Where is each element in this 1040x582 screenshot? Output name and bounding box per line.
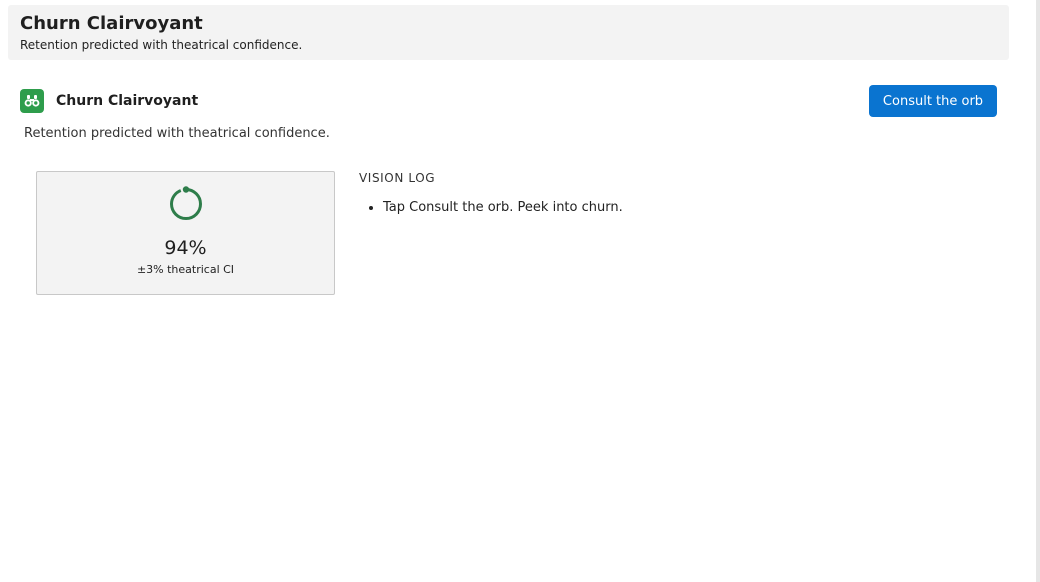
orb-ring-arc (170, 188, 202, 220)
scrollbar[interactable] (1036, 0, 1040, 582)
card-title: Churn Clairvoyant (56, 93, 199, 109)
retention-metric-card: 94% ±3% theatrical CI (36, 171, 335, 295)
page-title: Churn Clairvoyant (20, 13, 203, 34)
card-header: Churn Clairvoyant (20, 89, 198, 113)
consult-orb-button[interactable]: Consult the orb (869, 85, 997, 117)
vision-log-heading: VISION LOG (359, 171, 436, 185)
vision-log: VISION LOG Tap Consult the orb. Peek int… (359, 171, 959, 217)
confidence-interval: ±3% theatrical CI (136, 263, 235, 276)
orb-progress-ring (170, 186, 202, 220)
app-header: Churn Clairvoyant Retention predicted wi… (8, 5, 1009, 60)
orb-progress-dot (182, 186, 190, 193)
card-description: Retention predicted with theatrical conf… (24, 126, 330, 141)
retention-value: 94% (164, 237, 207, 259)
binoculars-icon (20, 89, 44, 113)
list-item: Tap Consult the orb. Peek into churn. (383, 199, 959, 217)
vision-log-list: Tap Consult the orb. Peek into churn. (359, 199, 959, 217)
page-subtitle: Retention predicted with theatrical conf… (20, 38, 303, 52)
